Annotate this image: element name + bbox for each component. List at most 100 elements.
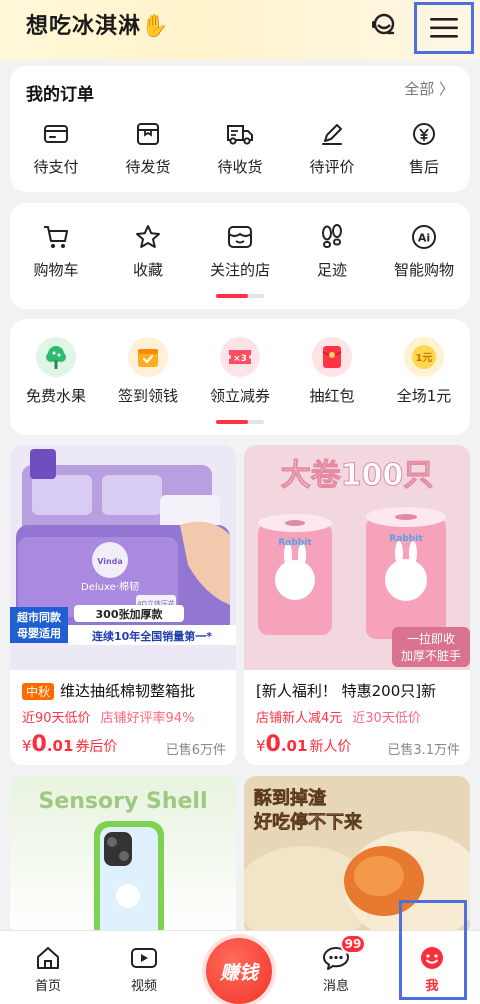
truck-icon xyxy=(227,125,253,145)
order-pending-review[interactable]: 待评价 xyxy=(286,118,378,177)
one-yuan-icon: 1元 xyxy=(412,345,436,369)
hand-emoji-icon: ✋ xyxy=(141,14,170,39)
service-label: 免费水果 xyxy=(25,387,86,405)
service-coupons[interactable]: ×3 领立减券 xyxy=(194,337,286,406)
product-sold: 已售6万件 xyxy=(165,743,226,758)
tissue-brand: Vinda xyxy=(97,557,123,566)
shortcut-label: 智能购物 xyxy=(393,261,454,279)
rolls-tag-2: 加厚不脏手 xyxy=(401,648,461,663)
coupon-icon: ×3 xyxy=(229,350,251,364)
case-headline: Sensory Shell xyxy=(39,789,208,814)
shortcut-label: 足迹 xyxy=(316,261,347,279)
service-daily-signin[interactable]: 签到领钱 xyxy=(102,337,194,406)
product-sub-1: 近90天低价 xyxy=(22,711,91,726)
tab-label: 视频 xyxy=(130,979,157,994)
tab-label: 消息 xyxy=(322,979,349,994)
svg-text:×3: ×3 xyxy=(233,354,247,364)
product-sub-1: 店铺新人减4元 xyxy=(256,711,343,726)
roll-label-2: Rabbit xyxy=(389,534,423,544)
tab-me-highlight xyxy=(399,900,467,1000)
price-note: 券后价 xyxy=(75,739,118,755)
shortcuts-card: 购物车 收藏 关注的店 足迹 Ai 智能购物 xyxy=(10,203,470,309)
order-pending-receipt[interactable]: 待收货 xyxy=(194,118,286,177)
orders-title: 我的订单 xyxy=(26,85,94,105)
pastry-line-2: 好吃停不下来 xyxy=(253,811,363,833)
wallet-icon xyxy=(44,125,68,143)
product-subline: 近90天低价 店铺好评率94% xyxy=(22,707,234,726)
product-title: 中秋 维达抽纸棉韧整箱批 xyxy=(22,680,232,701)
cart-icon xyxy=(44,226,68,248)
ribbon-1: 300张加厚款 xyxy=(96,607,164,621)
order-item-label: 待评价 xyxy=(309,158,355,176)
rolls-headline: 大卷100只 xyxy=(281,458,434,493)
menu-button[interactable] xyxy=(414,2,474,54)
service-free-fruit[interactable]: 免费水果 xyxy=(10,337,102,406)
store-icon xyxy=(228,226,252,248)
home-icon xyxy=(37,947,59,969)
roll-label-1: Rabbit xyxy=(278,538,312,548)
tab-label: 首页 xyxy=(34,979,61,994)
service-one-yuan[interactable]: 1元 全场1元 xyxy=(378,337,470,406)
username[interactable]: 想吃冰淇淋✋ xyxy=(26,8,169,40)
product-card[interactable]: Sensory Shell xyxy=(10,776,236,936)
price-dec: .01 xyxy=(46,737,74,755)
service-label: 领立减券 xyxy=(209,387,270,405)
shortcut-followed-stores[interactable]: 关注的店 xyxy=(194,221,286,280)
order-status-row: 待支付 待发货 待收货 待评价 售后 xyxy=(10,118,470,177)
svg-text:Ai: Ai xyxy=(418,232,430,245)
hamburger-menu-icon xyxy=(430,18,458,38)
tree-icon xyxy=(46,346,66,369)
product-card[interactable]: 大卷100只 Rabbit Rabbit 一拉即收 加厚不脏手 [新人福利！ 特… xyxy=(244,445,470,765)
ai-icon: Ai xyxy=(412,225,436,249)
customer-service-button[interactable] xyxy=(364,6,404,42)
banner-2: 母婴适用 xyxy=(17,626,61,640)
product-sub-2: 近30天低价 xyxy=(352,711,421,726)
earn-button[interactable]: 赚钱 xyxy=(206,938,272,1004)
product-card[interactable]: Vinda Deluxe·棉韧 4D立体压花 超市同款 母婴适用 300张加厚款… xyxy=(10,445,236,765)
shortcut-row: 购物车 收藏 关注的店 足迹 Ai 智能购物 xyxy=(10,221,470,280)
redpacket-icon xyxy=(322,346,342,368)
order-item-label: 待收货 xyxy=(217,158,263,176)
service-red-packet[interactable]: 抽红包 xyxy=(286,337,378,406)
product-price: ¥0.01 券后价 xyxy=(22,732,117,757)
package-icon xyxy=(137,123,159,145)
footprint-icon xyxy=(322,224,342,248)
shortcut-label: 购物车 xyxy=(33,261,79,279)
one-yuan-icon-text: 1元 xyxy=(416,352,433,364)
top-bar: 想吃冰淇淋✋ xyxy=(0,0,480,60)
product-tag: 中秋 xyxy=(22,683,55,700)
tab-video[interactable]: 视频 xyxy=(108,931,180,1004)
shortcut-smart-shopping[interactable]: Ai 智能购物 xyxy=(378,221,470,280)
shortcut-favorites[interactable]: 收藏 xyxy=(102,221,194,280)
shortcut-cart[interactable]: 购物车 xyxy=(10,221,102,280)
order-item-label: 售后 xyxy=(408,158,439,176)
page-indicator xyxy=(216,420,264,424)
price-note: 新人价 xyxy=(309,739,352,755)
product-sub-2: 店铺好评率94% xyxy=(100,711,195,726)
product-image-phone-case: Sensory Shell xyxy=(10,776,236,936)
tab-home[interactable]: 首页 xyxy=(12,931,84,1004)
shortcut-footprints[interactable]: 足迹 xyxy=(286,221,378,280)
service-label: 签到领钱 xyxy=(117,387,178,405)
ribbon-2: 连续10年全国销量第一* xyxy=(92,629,212,643)
price-int: 0 xyxy=(265,732,281,757)
order-after-sales[interactable]: 售后 xyxy=(378,118,470,177)
pen-icon xyxy=(322,124,342,145)
earn-label: 赚钱 xyxy=(219,961,258,984)
all-orders-link[interactable]: 全部 〉 xyxy=(404,78,454,99)
price-int: 0 xyxy=(31,732,47,757)
product-title: [新人福利！ 特惠200只]新 xyxy=(256,682,437,700)
headset-icon xyxy=(372,13,395,35)
product-subline: 店铺新人减4元 近30天低价 xyxy=(256,707,468,726)
orders-card: 我的订单 全部 〉 待支付 待发货 待收货 待评价 售后 xyxy=(10,66,470,192)
tissue-pack-label: Deluxe·棉韧 xyxy=(81,580,139,593)
username-text: 想吃冰淇淋 xyxy=(26,14,142,39)
yen-symbol: ¥ xyxy=(22,737,32,755)
services-card: 免费水果 签到领钱 ×3 领立减券 抽红包 1元 全场1元 xyxy=(10,319,470,435)
order-item-label: 待发货 xyxy=(125,158,171,176)
pastry-line-1: 酥到掉渣 xyxy=(254,787,327,809)
order-pending-shipment[interactable]: 待发货 xyxy=(102,118,194,177)
order-pending-payment[interactable]: 待支付 xyxy=(10,118,102,177)
yen-service-icon xyxy=(413,123,435,145)
shortcut-label: 关注的店 xyxy=(209,261,270,279)
